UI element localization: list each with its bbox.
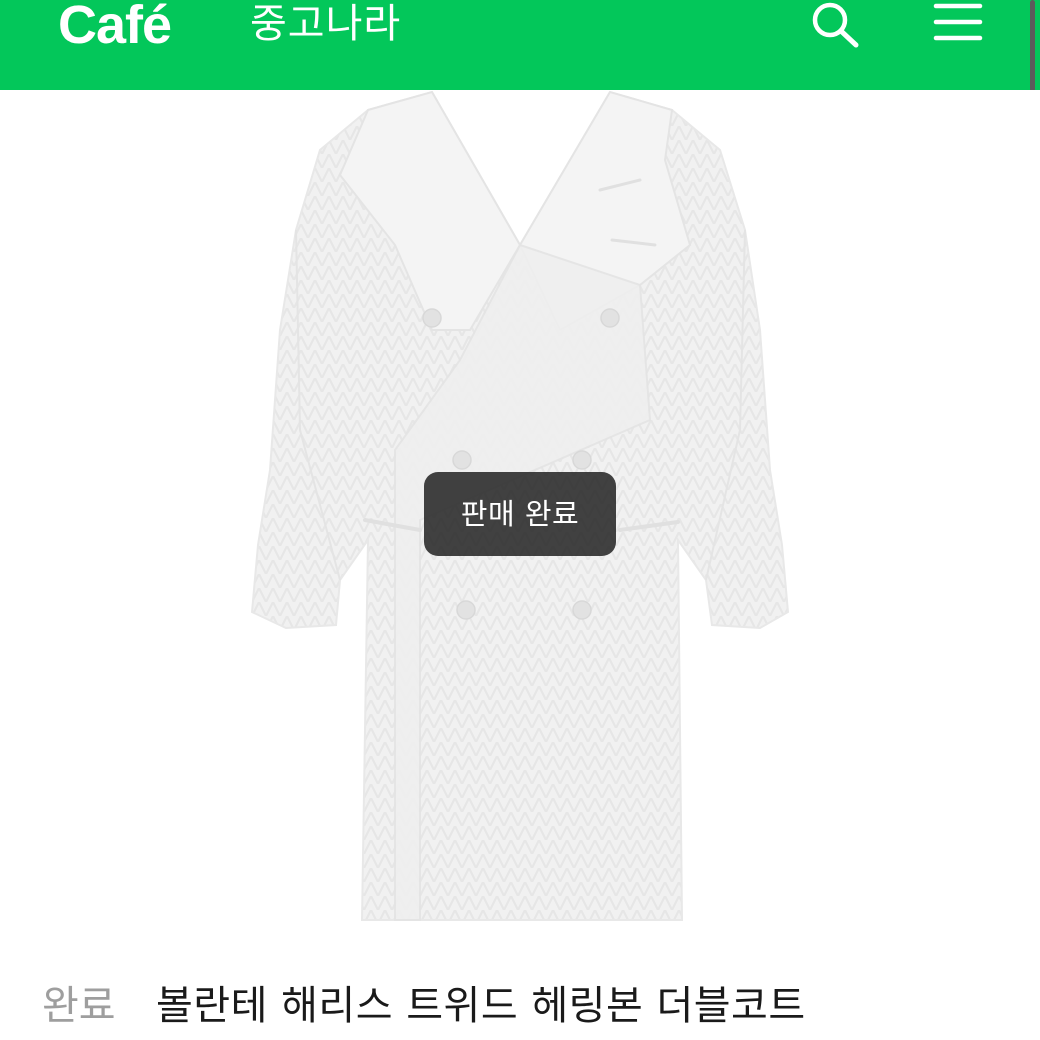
cafe-logo[interactable]: Café — [58, 0, 172, 56]
product-title[interactable]: 볼란테 해리스 트위드 헤링본 더블코트 — [156, 972, 806, 1040]
menu-icon — [933, 3, 983, 41]
product-title-row[interactable]: 완료 볼란테 해리스 트위드 헤링본 더블코트 — [42, 972, 1032, 1040]
menu-button[interactable] — [926, 0, 990, 50]
scrollbar[interactable] — [1024, 0, 1040, 104]
cafe-title[interactable]: 중고나라 — [250, 0, 401, 52]
header-bar: Café 중고나라 — [0, 0, 1040, 90]
scrollbar-thumb[interactable] — [1030, 0, 1035, 100]
sold-out-badge: 판매 완료 — [424, 472, 616, 556]
search-icon — [812, 2, 859, 48]
search-button[interactable] — [802, 0, 866, 50]
status-label: 완료 — [42, 983, 116, 1029]
